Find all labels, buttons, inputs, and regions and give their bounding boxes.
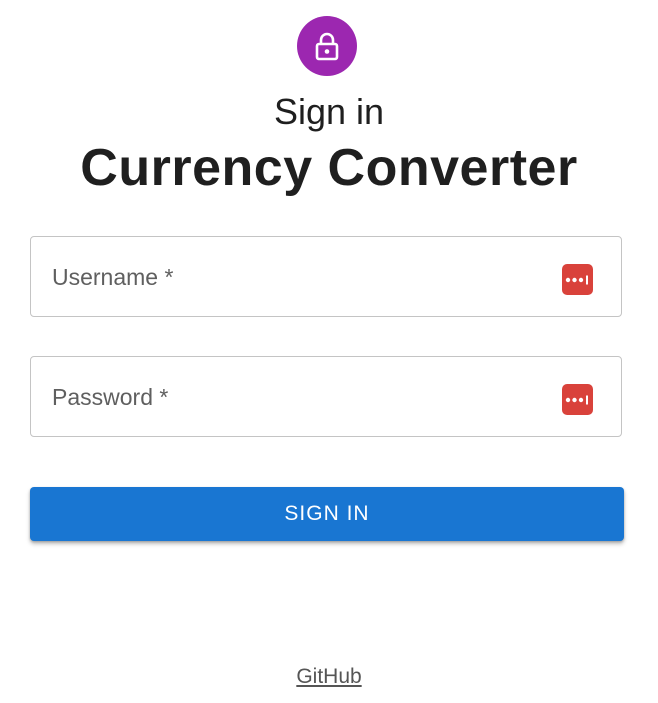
page-title: Currency Converter <box>80 139 578 197</box>
page-subtitle: Sign in <box>273 91 385 132</box>
footer: GitHub <box>0 664 658 690</box>
github-link[interactable]: GitHub <box>296 665 361 688</box>
username-input[interactable] <box>31 237 621 316</box>
avatar <box>297 16 357 76</box>
password-field[interactable]: Password * <box>30 356 622 437</box>
password-input[interactable] <box>31 357 621 436</box>
sign-in-page: Sign in Currency Converter Username * Pa… <box>0 0 658 703</box>
password-manager-icon[interactable] <box>562 264 593 295</box>
lock-icon <box>313 31 341 61</box>
sign-in-button[interactable]: SIGN IN <box>30 487 624 541</box>
username-field[interactable]: Username * <box>30 236 622 317</box>
password-manager-icon[interactable] <box>562 384 593 415</box>
